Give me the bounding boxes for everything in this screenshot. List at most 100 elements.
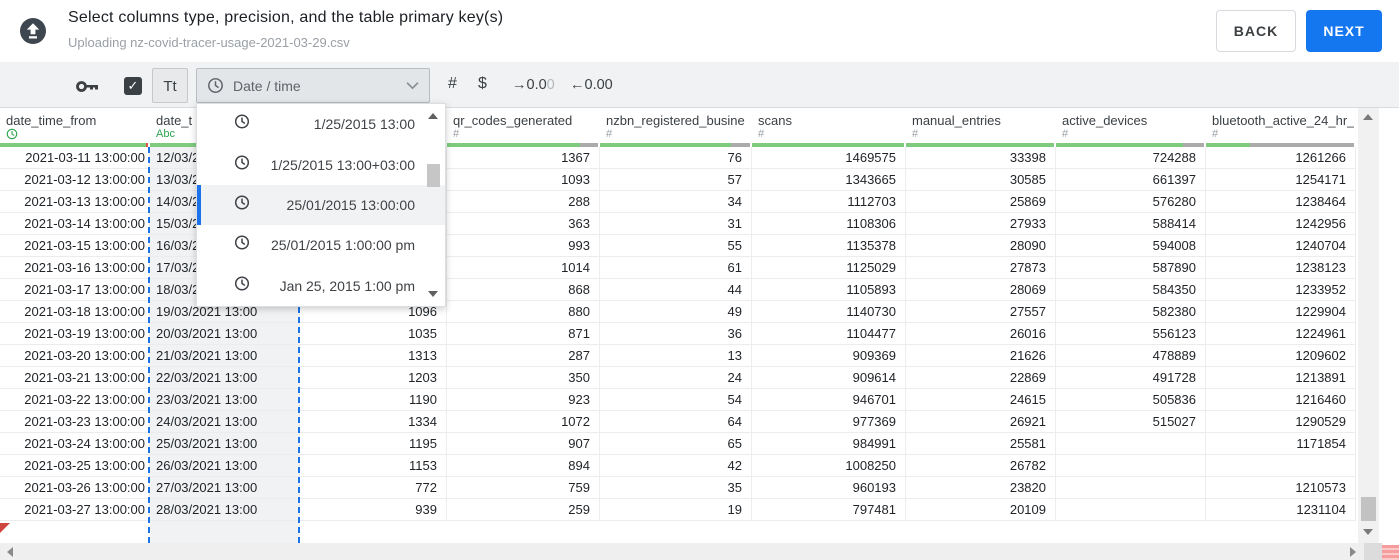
table-cell: 1313	[300, 345, 447, 367]
column-header[interactable]: bluetooth_active_24_hr_ #	[1206, 108, 1356, 143]
table-cell: 1238464	[1206, 191, 1356, 213]
column-type-badge	[6, 128, 18, 143]
column-header[interactable]: scans #	[752, 108, 906, 143]
table-row: 2021-03-23 13:00:00 24/03/2021 13:00 1334 1…	[0, 411, 1356, 433]
next-button[interactable]: NEXT	[1306, 10, 1382, 52]
date-format-option[interactable]: 25/01/2015 1:00:00 pm	[197, 225, 445, 265]
column-header-label: date_time_from	[6, 113, 97, 128]
scroll-up-icon[interactable]	[1363, 114, 1373, 120]
table-cell: 923	[447, 389, 600, 411]
scroll-right-icon[interactable]	[1350, 547, 1356, 557]
table-cell	[1056, 499, 1206, 521]
table-cell: 27/03/2021 13:00	[150, 477, 300, 499]
clock-icon	[234, 114, 250, 135]
table-cell: 25/03/2021 13:00	[150, 433, 300, 455]
column-header[interactable]: date_time_from	[0, 108, 150, 143]
table-cell: 1190	[300, 389, 447, 411]
date-format-option[interactable]: 1/25/2015 13:00+03:00	[197, 144, 445, 184]
table-cell: 1104477	[752, 323, 906, 345]
column-header[interactable]: qr_codes_generated #	[447, 108, 600, 143]
table-cell: 2021-03-20 13:00:00	[0, 345, 150, 367]
back-button[interactable]: BACK	[1216, 10, 1296, 52]
table-row: 2021-03-21 13:00:00 22/03/2021 13:00 1203 3…	[0, 367, 1356, 389]
table-cell: 26/03/2021 13:00	[150, 455, 300, 477]
vertical-scrollbar[interactable]	[1358, 108, 1379, 543]
scroll-down-icon[interactable]	[1363, 529, 1373, 535]
dropdown-scroll-up-icon[interactable]	[428, 113, 438, 119]
date-format-option[interactable]: Jan 25, 2015 1:00 pm	[197, 266, 445, 306]
table-cell: 1213891	[1206, 367, 1356, 389]
scrollbar-corner	[1364, 543, 1382, 560]
clock-icon	[234, 275, 250, 296]
table-cell: 30585	[906, 169, 1056, 191]
column-type-badge: #	[606, 128, 613, 140]
table-cell: 880	[447, 301, 600, 323]
table-cell	[1056, 477, 1206, 499]
number-type-icon[interactable]: #	[448, 75, 457, 93]
table-cell: 22/03/2021 13:00	[150, 367, 300, 389]
column-header-label: qr_codes_generated	[453, 113, 573, 128]
table-cell: 759	[447, 477, 600, 499]
arrow-left-icon: ←	[570, 77, 585, 93]
column-type-badge: #	[453, 128, 460, 140]
table-cell: 287	[447, 345, 600, 367]
table-cell: 57	[600, 169, 752, 191]
header: Select columns type, precision, and the …	[0, 0, 1399, 62]
table-cell: 724288	[1056, 147, 1206, 169]
table-cell: 35	[600, 477, 752, 499]
column-header-label: manual_entries	[912, 113, 1001, 128]
column-header-label: active_devices	[1062, 113, 1148, 128]
vertical-scrollbar-thumb[interactable]	[1361, 497, 1376, 521]
table-cell: 2021-03-22 13:00:00	[0, 389, 150, 411]
table-cell: 23820	[906, 477, 1056, 499]
selected-option-bar	[197, 184, 201, 226]
text-type-button[interactable]: Tt	[152, 68, 188, 103]
currency-type-icon[interactable]: $	[478, 75, 487, 93]
table-cell: 1171854	[1206, 433, 1356, 455]
text-type-icon: Tt	[163, 78, 177, 95]
table-cell: 1367	[447, 147, 600, 169]
column-type-badge: Abc	[156, 128, 175, 140]
table-cell: 25581	[906, 433, 1056, 455]
column-header[interactable]: nzbn_registered_busine #	[600, 108, 752, 143]
column-type-select[interactable]: Date / time	[196, 68, 430, 103]
dropdown-scroll-down-icon[interactable]	[428, 291, 438, 297]
column-header[interactable]: manual_entries #	[906, 108, 1056, 143]
column-selected-checkbox[interactable]: ✓	[124, 77, 142, 95]
table-cell: 491728	[1056, 367, 1206, 389]
table-cell: 19	[600, 499, 752, 521]
column-type-badge: #	[1062, 128, 1069, 140]
clock-icon	[234, 235, 250, 250]
corner-artifact	[1382, 545, 1399, 560]
table-cell: 1238123	[1206, 257, 1356, 279]
scroll-left-icon[interactable]	[7, 547, 13, 557]
primary-key-icon[interactable]	[76, 80, 99, 98]
date-format-label: 25/01/2015 1:00:00 pm	[270, 237, 415, 254]
table-cell: 1229904	[1206, 301, 1356, 323]
table-cell: 1334	[300, 411, 447, 433]
table-cell: 871	[447, 323, 600, 345]
decrease-decimal-icon[interactable]: ←0.00	[570, 77, 613, 93]
clock-icon	[234, 194, 250, 215]
table-cell: 26921	[906, 411, 1056, 433]
table-cell: 661397	[1056, 169, 1206, 191]
date-format-option[interactable]: 1/25/2015 13:00	[197, 104, 445, 144]
table-cell: 21626	[906, 345, 1056, 367]
increase-decimal-icon[interactable]: →0.00	[512, 77, 555, 93]
table-cell: 26782	[906, 455, 1056, 477]
table-cell: 1231104	[1206, 499, 1356, 521]
table-row: 2021-03-20 13:00:00 21/03/2021 13:00 1313 2…	[0, 345, 1356, 367]
table-cell: 960193	[752, 477, 906, 499]
dropdown-scrollbar-thumb[interactable]	[427, 164, 440, 187]
table-cell: 42	[600, 455, 752, 477]
column-header[interactable]: active_devices #	[1056, 108, 1206, 143]
table-cell: 27873	[906, 257, 1056, 279]
table-cell: 26016	[906, 323, 1056, 345]
table-cell: 576280	[1056, 191, 1206, 213]
table-cell: 24615	[906, 389, 1056, 411]
date-format-option[interactable]: 25/01/2015 13:00:00	[197, 184, 445, 226]
horizontal-scrollbar[interactable]	[0, 543, 1364, 560]
table-cell: 27933	[906, 213, 1056, 235]
table-row: 2021-03-24 13:00:00 25/03/2021 13:00 1195 9…	[0, 433, 1356, 455]
table-row: 2021-03-25 13:00:00 26/03/2021 13:00 1153 8…	[0, 455, 1356, 477]
